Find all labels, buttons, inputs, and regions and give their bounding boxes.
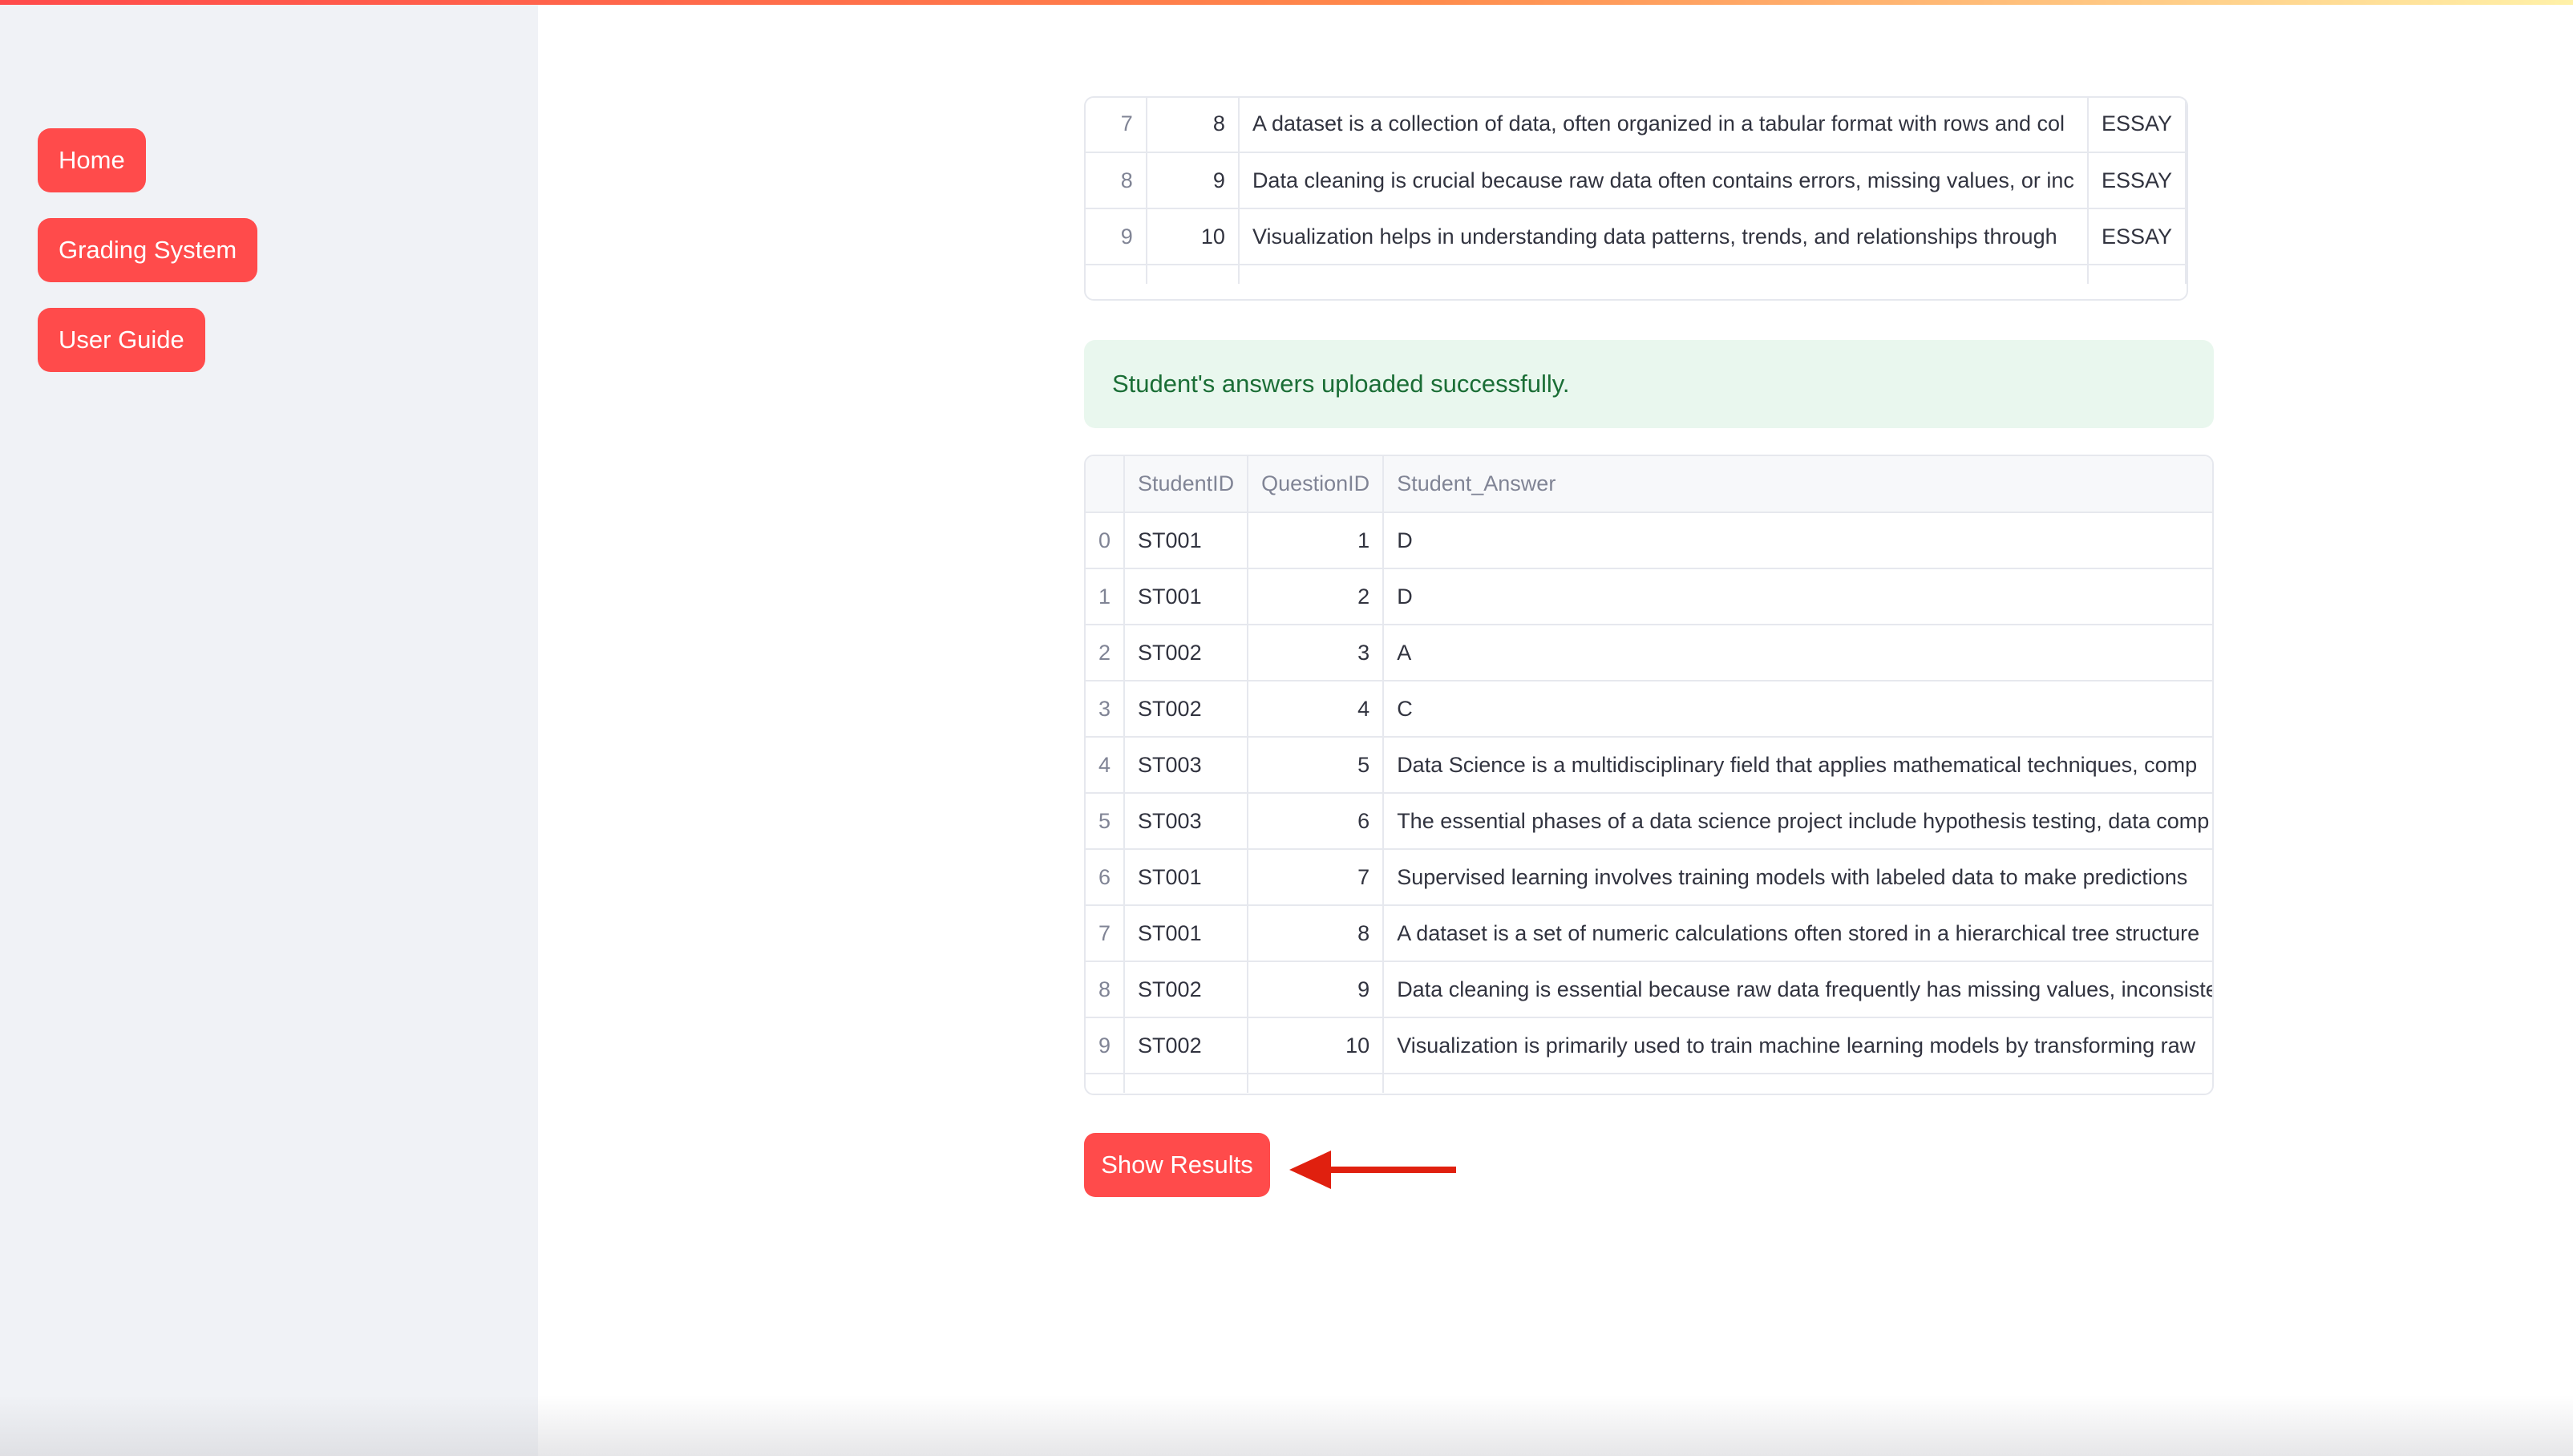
- column-header-questionid[interactable]: QuestionID: [1248, 456, 1385, 513]
- student-answer-cell: A dataset is a set of numeric calculatio…: [1383, 905, 2212, 962]
- row-index: 7: [1086, 905, 1126, 962]
- row-index: 9: [1086, 208, 1147, 265]
- student-id-cell: ST002: [1124, 625, 1249, 681]
- question-text-cell: Data cleaning is crucial because raw dat…: [1238, 152, 2089, 209]
- student-id-cell: ST001: [1124, 512, 1249, 569]
- row-index: 8: [1086, 152, 1147, 209]
- index-header: [1086, 456, 1126, 513]
- question-id-cell: 2: [1248, 568, 1385, 625]
- student-id-cell: ST003: [1124, 737, 1249, 794]
- question-id-cell: 5: [1248, 737, 1385, 794]
- question-id-cell: 10: [1146, 208, 1240, 265]
- questions-table[interactable]: 7 8 A dataset is a collection of data, o…: [1084, 96, 2188, 301]
- success-alert: Student's answers uploaded successfully.: [1084, 340, 2214, 428]
- student-id-cell: ST001: [1124, 568, 1249, 625]
- success-message: Student's answers uploaded successfully.: [1112, 370, 1570, 398]
- row-index: 5: [1086, 793, 1126, 850]
- table-row-partial: [1086, 1074, 2212, 1093]
- student-answer-cell: Supervised learning involves training mo…: [1383, 849, 2212, 906]
- student-id-cell: ST001: [1124, 849, 1249, 906]
- question-text-cell: A dataset is a collection of data, often…: [1238, 98, 2089, 153]
- student-id-cell: ST003: [1124, 793, 1249, 850]
- question-id-cell: 8: [1146, 98, 1240, 153]
- home-button[interactable]: Home: [38, 128, 146, 192]
- table-row-partial: [1086, 265, 2187, 284]
- student-answer-cell: C: [1383, 681, 2212, 738]
- table-row: 4 ST003 5 Data Science is a multidiscipl…: [1086, 737, 2212, 794]
- question-text-cell: Visualization helps in understanding dat…: [1238, 208, 2089, 265]
- user-guide-button[interactable]: User Guide: [38, 308, 205, 372]
- question-id-cell: 8: [1248, 905, 1385, 962]
- question-type-cell: ESSAY: [2087, 208, 2187, 265]
- table-row: 8 ST002 9 Data cleaning is essential bec…: [1086, 961, 2212, 1018]
- question-type-cell: ESSAY: [2087, 152, 2187, 209]
- sidebar: Home Grading System User Guide: [0, 0, 538, 1456]
- table-row: 7 8 A dataset is a collection of data, o…: [1086, 98, 2187, 153]
- table-row: 7 ST001 8 A dataset is a set of numeric …: [1086, 905, 2212, 962]
- table-row: 9 ST002 10 Visualization is primarily us…: [1086, 1017, 2212, 1074]
- column-header-student-answer[interactable]: Student_Answer: [1383, 456, 2212, 513]
- student-answer-cell: D: [1383, 568, 2212, 625]
- question-id-cell: 1: [1248, 512, 1385, 569]
- student-answer-cell: The essential phases of a data science p…: [1383, 793, 2212, 850]
- student-answer-cell: Data cleaning is essential because raw d…: [1383, 961, 2212, 1018]
- row-index: 6: [1086, 849, 1126, 906]
- row-index: 0: [1086, 512, 1126, 569]
- table-row: 8 9 Data cleaning is crucial because raw…: [1086, 152, 2187, 209]
- question-id-cell: 10: [1248, 1017, 1385, 1074]
- student-answer-cell: Data Science is a multidisciplinary fiel…: [1383, 737, 2212, 794]
- column-header-studentid[interactable]: StudentID: [1124, 456, 1249, 513]
- show-results-button[interactable]: Show Results: [1084, 1133, 1270, 1197]
- row-index: 1: [1086, 568, 1126, 625]
- row-index: 8: [1086, 961, 1126, 1018]
- grading-system-button[interactable]: Grading System: [38, 218, 258, 282]
- table-header-row: StudentID QuestionID Student_Answer: [1086, 456, 2212, 513]
- student-answer-cell: Visualization is primarily used to train…: [1383, 1017, 2212, 1074]
- row-index: 3: [1086, 681, 1126, 738]
- row-index: 2: [1086, 625, 1126, 681]
- row-index: 9: [1086, 1017, 1126, 1074]
- question-id-cell: 3: [1248, 625, 1385, 681]
- student-id-cell: ST002: [1124, 1017, 1249, 1074]
- question-id-cell: 6: [1248, 793, 1385, 850]
- annotation-arrow-icon: [1289, 1151, 1456, 1189]
- student-answer-cell: A: [1383, 625, 2212, 681]
- student-answer-cell: D: [1383, 512, 2212, 569]
- table-row: 6 ST001 7 Supervised learning involves t…: [1086, 849, 2212, 906]
- question-id-cell: 9: [1146, 152, 1240, 209]
- table-row: 2 ST002 3 A: [1086, 625, 2212, 681]
- row-index: 4: [1086, 737, 1126, 794]
- question-id-cell: 9: [1248, 961, 1385, 1018]
- row-index: 7: [1086, 98, 1147, 153]
- table-row: 3 ST002 4 C: [1086, 681, 2212, 738]
- answers-table[interactable]: StudentID QuestionID Student_Answer 0 ST…: [1084, 455, 2214, 1095]
- table-row: 9 10 Visualization helps in understandin…: [1086, 208, 2187, 265]
- top-decoration-bar: [0, 0, 2573, 5]
- student-id-cell: ST002: [1124, 681, 1249, 738]
- student-id-cell: ST002: [1124, 961, 1249, 1018]
- question-type-cell: ESSAY: [2087, 98, 2187, 153]
- table-row: 5 ST003 6 The essential phases of a data…: [1086, 793, 2212, 850]
- question-id-cell: 7: [1248, 849, 1385, 906]
- student-id-cell: ST001: [1124, 905, 1249, 962]
- table-row: 0 ST001 1 D: [1086, 512, 2212, 569]
- table-row: 1 ST001 2 D: [1086, 568, 2212, 625]
- question-id-cell: 4: [1248, 681, 1385, 738]
